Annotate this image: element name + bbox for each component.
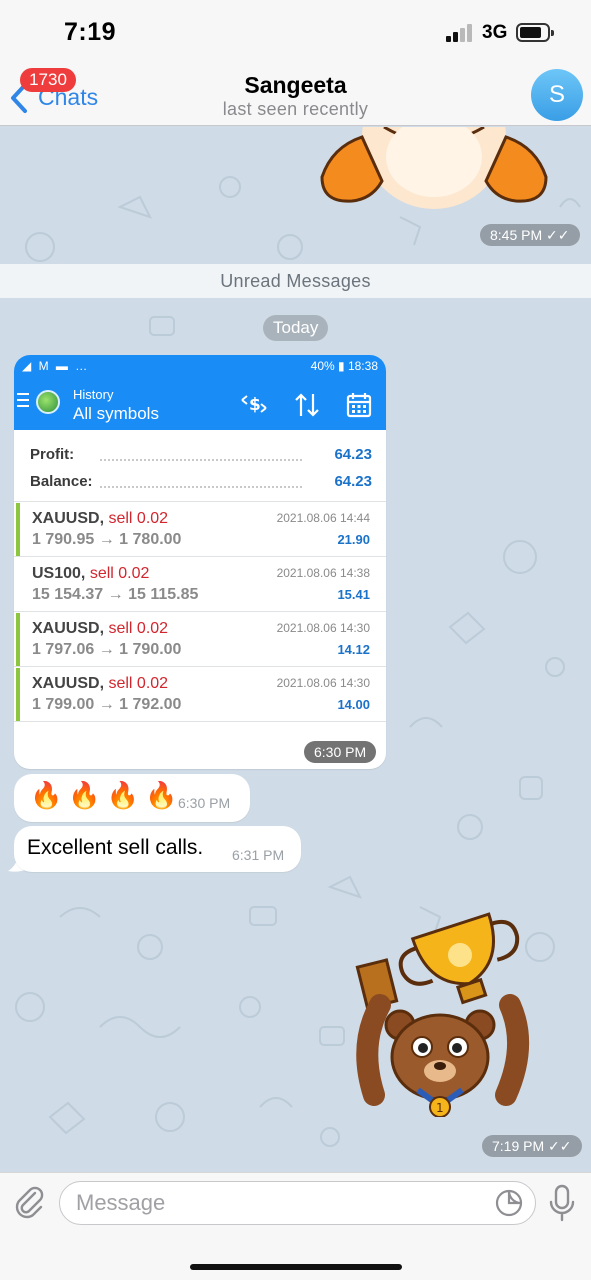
double-check-icon: ✓✓ bbox=[548, 1138, 572, 1154]
unread-count-badge: 1730 bbox=[20, 68, 76, 92]
status-time: 7:19 bbox=[64, 18, 117, 46]
chat-header: Chats Sangeeta last seen recently S bbox=[0, 62, 591, 126]
message-emoji: 🔥🔥🔥🔥 bbox=[30, 780, 184, 810]
summary-value: 64.23 bbox=[334, 473, 372, 490]
screenshot-toolbar-subtitle: History bbox=[73, 387, 114, 402]
metatrader-logo bbox=[36, 390, 60, 414]
message-time: 7:19 PM ✓✓ bbox=[482, 1135, 582, 1157]
photo-message[interactable]: ◢ M ▬ … 40% ▮ 18:38 History All symbols … bbox=[14, 355, 386, 769]
deal-profit: 21.90 bbox=[337, 532, 370, 547]
message-list[interactable]: 8:45 PM ✓✓ Unread Messages Today ◢ M ▬ …… bbox=[0, 127, 591, 1172]
deal-profit: 14.00 bbox=[337, 697, 370, 712]
chat-title[interactable]: Sangeeta bbox=[0, 72, 591, 99]
deal-symbol: XAUUSD, sell 0.02 bbox=[32, 510, 169, 527]
network-type: 3G bbox=[482, 22, 508, 43]
deal-date: 2021.08.06 14:30 bbox=[276, 676, 370, 690]
deal-prices: 1 790.95 → 1 780.00 bbox=[32, 531, 182, 548]
deal-profit: 15.41 bbox=[337, 587, 370, 602]
summary-value: 64.23 bbox=[334, 446, 372, 463]
calendar-icon bbox=[346, 393, 372, 418]
summary-label: Profit: bbox=[30, 446, 75, 463]
deal-symbol: XAUUSD, sell 0.02 bbox=[32, 675, 169, 692]
menu-icon bbox=[17, 391, 29, 407]
deal-prices: 1 797.06 → 1 790.00 bbox=[32, 641, 182, 658]
composer bbox=[0, 1172, 591, 1280]
message-input-box[interactable] bbox=[59, 1181, 536, 1225]
incoming-message[interactable]: Excellent sell calls. 6:31 PM bbox=[14, 826, 301, 872]
dotted-leader bbox=[100, 486, 302, 488]
deal-prices: 1 799.00 → 1 792.00 bbox=[32, 696, 182, 713]
message-input[interactable] bbox=[76, 1182, 476, 1224]
deal-row: US100, sell 0.02 15 154.37 → 15 115.85 2… bbox=[14, 557, 386, 612]
deal-date: 2021.08.06 14:30 bbox=[276, 621, 370, 635]
battery-icon bbox=[516, 23, 554, 42]
bear-trophy-sticker[interactable]: 1 bbox=[350, 895, 530, 1117]
deal-prices: 15 154.37 → 15 115.85 bbox=[32, 586, 199, 603]
screenshot-toolbar-title: All symbols bbox=[73, 404, 159, 423]
deal-date: 2021.08.06 14:38 bbox=[276, 566, 370, 580]
paperclip-icon[interactable] bbox=[13, 1185, 47, 1219]
unread-divider: Unread Messages bbox=[0, 264, 591, 298]
balance-row: Balance: 64.23 bbox=[30, 473, 372, 493]
svg-text:1: 1 bbox=[436, 1101, 444, 1115]
profit-row: Profit: 64.23 bbox=[30, 446, 372, 466]
deal-date: 2021.08.06 14:44 bbox=[276, 511, 370, 525]
summary-label: Balance: bbox=[30, 473, 93, 490]
incoming-message[interactable]: 🔥🔥🔥🔥 6:30 PM bbox=[14, 774, 250, 822]
home-indicator bbox=[190, 1264, 402, 1270]
deal-symbol: US100, sell 0.02 bbox=[32, 565, 150, 582]
cellular-signal-icon bbox=[446, 24, 476, 42]
status-bar: 7:19 3G bbox=[0, 0, 591, 62]
currency-exchange-icon: $ bbox=[241, 395, 267, 415]
message-time: 6:30 PM bbox=[304, 741, 377, 763]
deal-profit: 14.12 bbox=[337, 642, 370, 657]
deal-row: XAUUSD, sell 0.02 1 799.00 → 1 792.00 20… bbox=[14, 667, 386, 722]
avatar[interactable]: S bbox=[531, 69, 583, 121]
microphone-icon[interactable] bbox=[547, 1183, 577, 1223]
deal-symbol: XAUUSD, sell 0.02 bbox=[32, 620, 169, 637]
deal-row: XAUUSD, sell 0.02 1 797.06 → 1 790.00 20… bbox=[14, 612, 386, 667]
account-summary: Profit: 64.23 Balance: 64.23 bbox=[14, 430, 386, 502]
message-time: 8:45 PM ✓✓ bbox=[480, 224, 580, 246]
deal-marker bbox=[16, 613, 20, 666]
screenshot-status-left: ◢ M ▬ … bbox=[22, 359, 90, 373]
date-separator: Today bbox=[263, 315, 329, 341]
screenshot-status-bar: ◢ M ▬ … 40% ▮ 18:38 bbox=[14, 355, 386, 378]
sticker-icon[interactable] bbox=[495, 1189, 523, 1217]
svg-text:$: $ bbox=[249, 395, 261, 415]
last-seen-status: last seen recently bbox=[222, 99, 369, 119]
deal-marker bbox=[16, 668, 20, 721]
deal-marker bbox=[16, 503, 20, 556]
deal-row: XAUUSD, sell 0.02 1 790.95 → 1 780.00 20… bbox=[14, 502, 386, 557]
sort-icon bbox=[295, 393, 319, 417]
dotted-leader bbox=[100, 459, 302, 461]
cat-sticker[interactable] bbox=[314, 127, 554, 217]
message-time: 6:30 PM bbox=[178, 795, 231, 811]
screenshot-status-right: 40% ▮ 18:38 bbox=[310, 359, 378, 373]
message-time: 6:31 PM bbox=[232, 847, 285, 863]
message-text: Excellent sell calls. bbox=[27, 836, 204, 859]
screenshot-toolbar: History All symbols $ bbox=[14, 378, 386, 430]
double-check-icon: ✓✓ bbox=[546, 227, 570, 243]
